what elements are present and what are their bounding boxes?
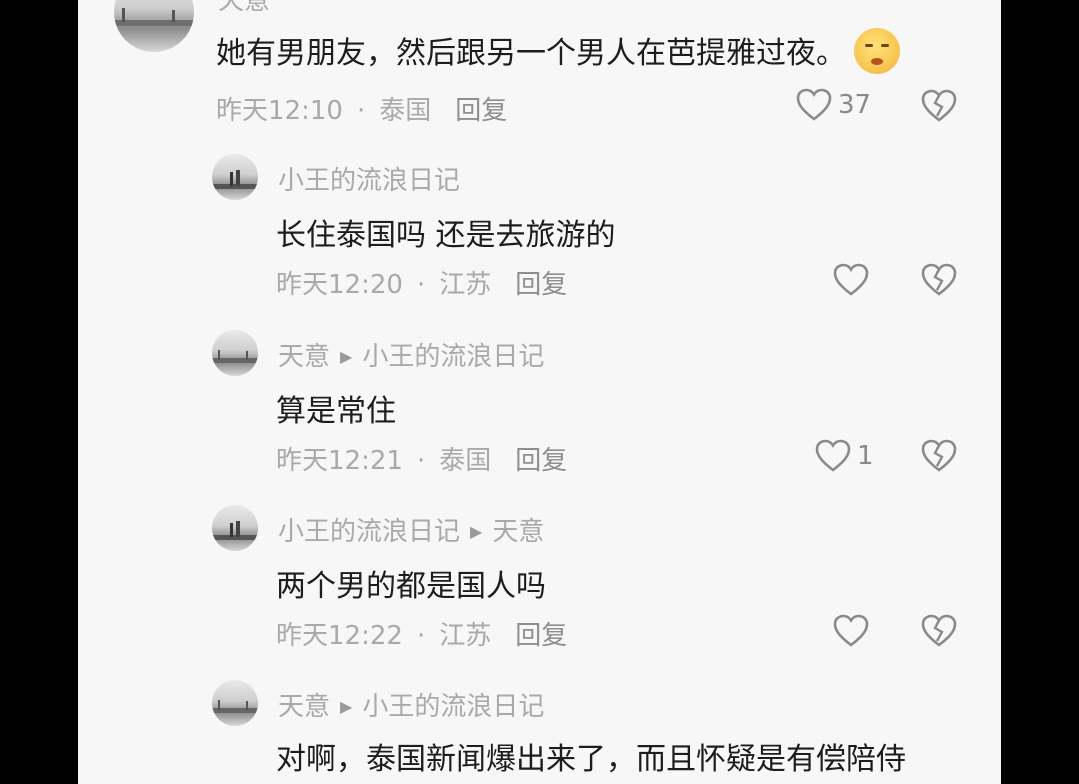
comment-author-line: 天意 ▶ 小王的流浪日记 [278,336,544,373]
comment-author-line: 天意 ▶ 小王的流浪日记 [278,686,544,723]
avatar[interactable] [114,0,194,52]
like-button[interactable]: 1 [815,439,874,473]
comment-time: 昨天12:21 [276,446,403,476]
grimace-emoji [854,27,900,74]
comment-time: 昨天12:10 [216,96,343,126]
comment-meta: 昨天12:20 · 江苏 回复 [276,264,567,301]
reply-button[interactable]: 回复 [455,96,507,126]
heart-outline-icon [796,88,832,122]
triangle-right-icon: ▶ [470,522,483,541]
comment-text: 长住泰国吗 还是去旅游的 [276,218,616,253]
comment-location: 泰国 [379,96,432,126]
reply-button[interactable]: 回复 [515,621,567,651]
like-button[interactable] [833,614,869,648]
reply-button[interactable]: 回复 [515,446,567,476]
comment-author[interactable]: 小王的流浪日记 [278,517,460,547]
broken-heart-icon [921,614,957,648]
comment-location: 江苏 [439,270,492,300]
like-count: 37 [838,90,872,120]
separator: · [356,96,366,126]
comment-panel: 天意 她有男朋友，然后跟另一个男人在芭提雅过夜。 昨天12:10 · 泰国 回复 37… [78,0,1001,784]
comment-text: 她有男朋友，然后跟另一个男人在芭提雅过夜。 [216,27,900,78]
like-button[interactable]: 37 [796,88,871,122]
comment-author[interactable]: 天意 [278,692,330,722]
reply-to-author[interactable]: 小王的流浪日记 [362,692,544,722]
comment-location: 泰国 [439,446,492,476]
reply-to-author[interactable]: 小王的流浪日记 [362,342,544,372]
triangle-right-icon: ▶ [340,697,353,716]
broken-heart-icon [921,439,957,473]
heart-outline-icon [833,614,869,648]
comment-time: 昨天12:22 [276,621,403,651]
avatar[interactable] [212,330,258,376]
triangle-right-icon: ▶ [340,347,353,366]
dislike-button[interactable] [921,89,957,125]
avatar[interactable] [212,680,258,726]
comment-author[interactable]: 天意 [278,342,330,372]
comment-location: 江苏 [439,621,492,651]
comment-author-line: 小王的流浪日记 ▶ 天意 [278,511,544,548]
reply-to-author[interactable]: 天意 [492,517,544,547]
comment-text: 两个男的都是国人吗 [276,569,546,604]
comment-text: 算是常住 [276,394,396,429]
dislike-button[interactable] [921,439,957,475]
dislike-button[interactable] [921,263,957,299]
comment-meta: 昨天12:10 · 泰国 回复 [216,90,507,127]
heart-outline-icon [833,263,869,297]
heart-outline-icon [815,439,851,473]
avatar[interactable] [212,154,258,200]
comment-author[interactable]: 天意 [218,0,270,17]
comment-author[interactable]: 小王的流浪日记 [278,160,460,197]
like-count: 1 [857,441,874,471]
reply-button[interactable]: 回复 [515,270,567,300]
separator: · [416,270,426,300]
separator: · [416,446,426,476]
comment-meta: 昨天12:22 · 江苏 回复 [276,615,567,652]
separator: · [416,621,426,651]
comment-time: 昨天12:20 [276,270,403,300]
avatar[interactable] [212,505,258,551]
broken-heart-icon [921,89,957,123]
comment-text: 对啊，泰国新闻爆出来了，而且怀疑是有偿陪侍 [276,742,906,777]
comment-meta: 昨天12:21 · 泰国 回复 [276,440,567,477]
broken-heart-icon [921,263,957,297]
dislike-button[interactable] [921,614,957,650]
like-button[interactable] [833,263,869,297]
